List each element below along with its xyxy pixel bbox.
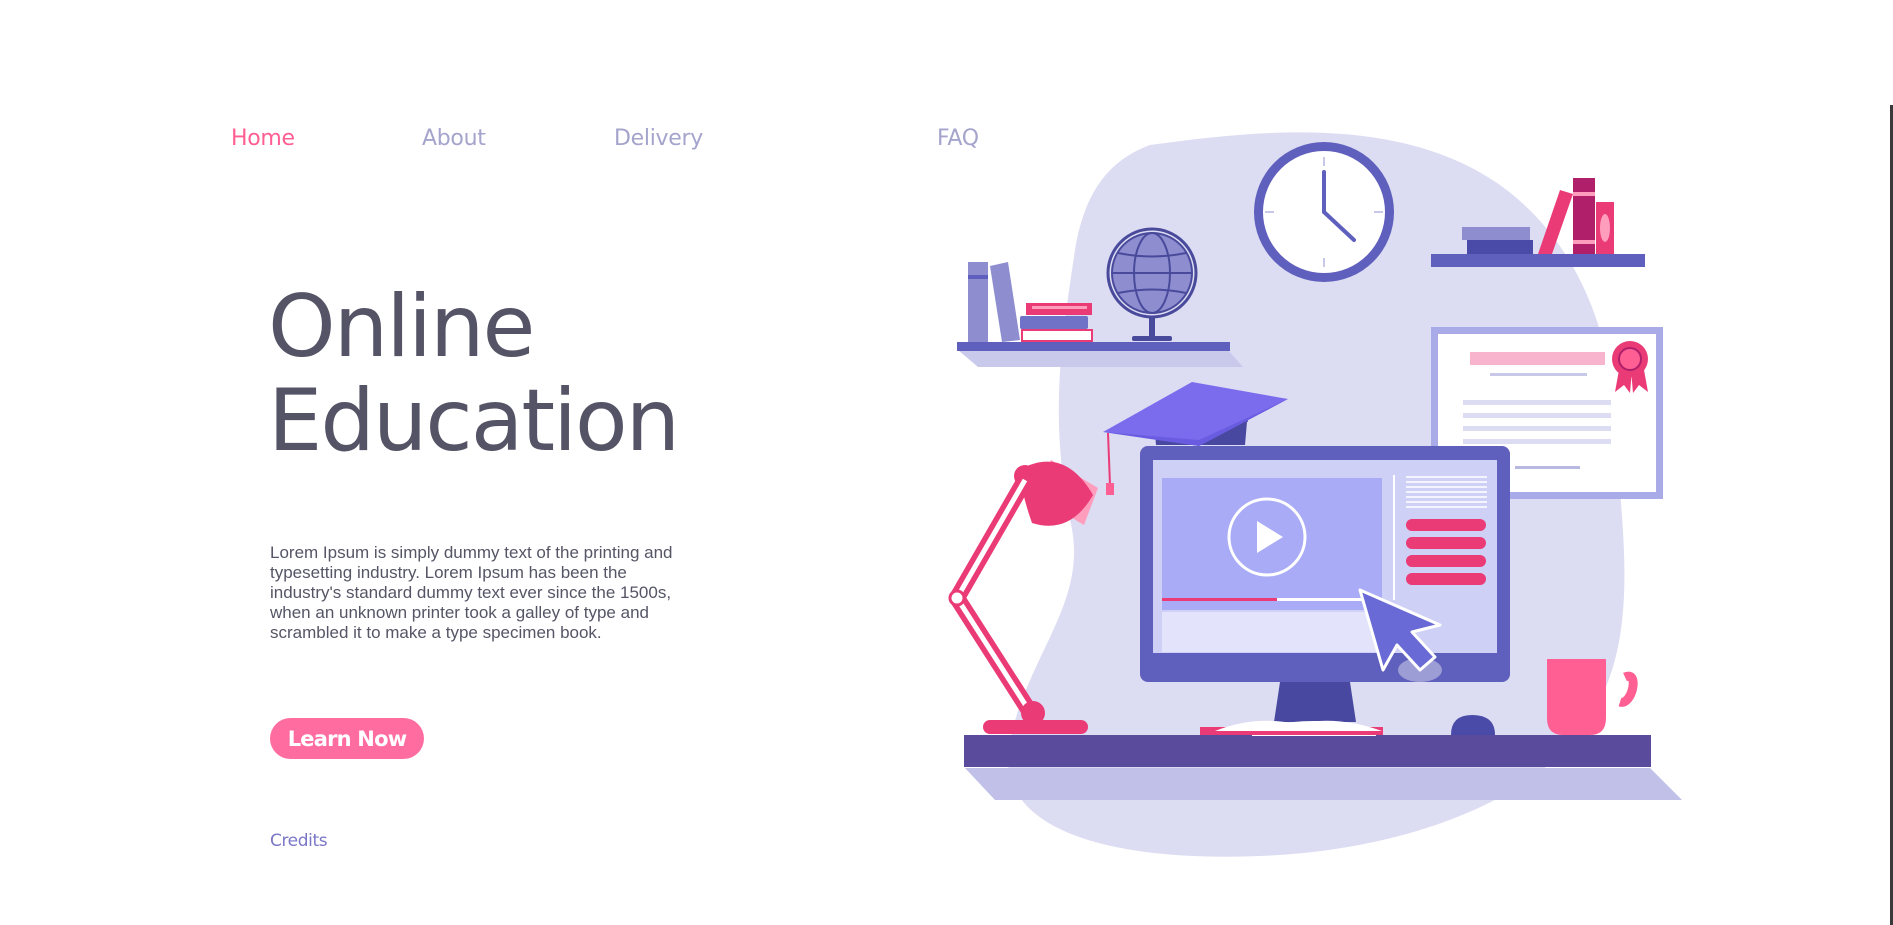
left-shelf <box>957 342 1243 367</box>
desk <box>964 735 1651 767</box>
coffee-mug-icon <box>1547 659 1638 735</box>
award-ribbon-icon <box>1612 341 1648 393</box>
online-education-illustration <box>948 132 1682 857</box>
clock-icon <box>1254 142 1394 282</box>
text-lines <box>1406 476 1487 508</box>
